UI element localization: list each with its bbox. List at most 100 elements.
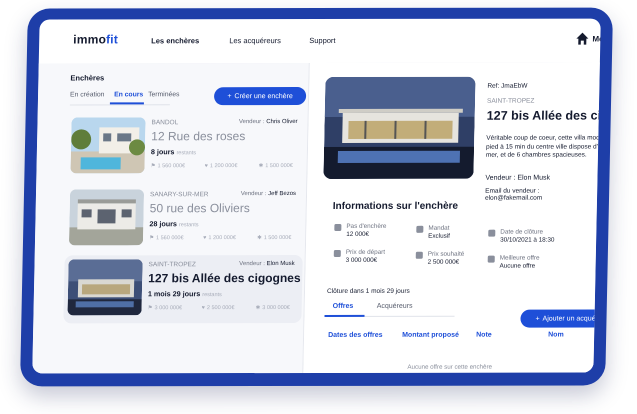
listing-card-bandol[interactable]: BANDOL Vendeur : Chris Oliver 12 Rue des…: [66, 113, 305, 181]
listing-city: SANARY-SUR-MER: [149, 191, 209, 199]
auction-detail-panel: Ref: JmaEbW SAINT-TROPEZ 127 bis Allée d…: [303, 62, 601, 373]
listing-title: 12 Rue des roses: [151, 129, 246, 144]
info-mandat: Mandat Exclusif: [416, 224, 450, 241]
vendor-name: Elon Musk: [266, 261, 295, 268]
heart-icon: ♥: [203, 235, 207, 242]
tab-acquereurs[interactable]: Acquéreurs: [377, 303, 413, 310]
listing-vendor: Vendeur : Chris Oliver: [239, 119, 298, 125]
col-note[interactable]: Note: [476, 332, 492, 339]
listing-card-saint-tropez[interactable]: SAINT-TROPEZ Vendeur : Elon Musk 127 bis…: [63, 255, 303, 324]
info-depart-label: Prix de départ: [345, 248, 386, 256]
logo-suffix: fit: [105, 32, 119, 47]
nav-support[interactable]: Support: [309, 36, 335, 45]
star-icon: ✱: [255, 305, 261, 312]
info-souhaite-label: Prix souhaité: [427, 250, 465, 258]
flag-icon: ⚑: [149, 235, 155, 242]
vendor-label: Vendeur :: [238, 119, 265, 126]
vendor-email: Email du vendeur : elon@fakemail.com: [484, 187, 543, 202]
plus-icon: +: [227, 92, 232, 100]
heart-icon: [415, 251, 423, 259]
price-wish: ♥ 1 200 000€: [203, 235, 236, 241]
listing-photo: [67, 259, 143, 316]
logo[interactable]: immofit: [73, 32, 118, 46]
price-start: ⚑ 3 000 000€: [148, 305, 183, 311]
auctions-panel: Enchères En création En cours Terminées …: [32, 63, 310, 374]
tab-terminees[interactable]: Terminées: [148, 91, 180, 98]
price-start: ⚑ 1 560 000€: [149, 235, 184, 241]
remaining-suffix: restants: [202, 292, 222, 299]
auctions-title: Enchères: [70, 73, 105, 83]
plus-icon: +: [535, 315, 540, 323]
calendar-icon: [488, 229, 496, 237]
listing-remaining: 28 jours restants: [149, 219, 198, 228]
info-best-label: Meilleure offre: [499, 254, 540, 262]
info-depart-value: 3 000 000€: [345, 256, 378, 264]
tab-en-creation[interactable]: En création: [70, 91, 105, 98]
listing-prices: ⚑ 3 000 000€ ♥ 2 500 000€ ✱ 3 000 000€: [147, 305, 295, 315]
create-auction-label: Créer une enchère: [234, 92, 293, 100]
listing-vendor: Vendeur : Elon Musk: [239, 261, 295, 267]
star-icon: ✱: [258, 163, 264, 170]
flag-icon: ⚑: [147, 305, 153, 312]
info-souhaite: Prix souhaité 2 500 000€: [415, 250, 465, 267]
nav-encheres[interactable]: Les enchères: [151, 36, 199, 45]
star-icon: [487, 255, 495, 263]
info-souhaite-value: 2 500 000€: [427, 258, 460, 266]
star-icon: ✱: [257, 235, 262, 242]
listing-city: SAINT-TROPEZ: [148, 261, 196, 269]
price-start-value: 1 560 000€: [155, 235, 184, 242]
price-best: ✱ 1 500 000€: [259, 163, 293, 169]
create-auction-button[interactable]: + Créer une enchère: [213, 87, 307, 106]
flag-icon: ⚑: [150, 163, 156, 170]
price-wish-value: 2 500 000€: [206, 305, 235, 312]
price-best: ✱ 3 000 000€: [256, 305, 290, 311]
col-nom[interactable]: Nom: [548, 332, 564, 339]
col-montant[interactable]: Montant proposé: [402, 332, 459, 339]
listing-remaining: 8 jours restants: [151, 147, 196, 156]
active-tab-indicator: [109, 102, 144, 105]
listing-prices: ⚑ 1 560 000€ ♥ 1 200 000€ ✱ 1 500 000€: [150, 163, 298, 173]
heart-icon: ♥: [201, 305, 205, 312]
tab-offres[interactable]: Offres: [333, 303, 354, 310]
listing-card-sanary[interactable]: SANARY-SUR-MER Vendeur : Jeff Bezos 50 r…: [65, 185, 304, 253]
property-city: SAINT-TROPEZ: [486, 97, 535, 105]
info-best-value: Aucune offre: [499, 262, 536, 270]
price-wish: ♥ 1 200 000€: [205, 163, 238, 169]
user-menu[interactable]: Mon: [592, 35, 601, 44]
auction-info-title: Informations sur l'enchère: [332, 200, 459, 212]
price-start-value: 1 560 000€: [157, 163, 186, 170]
vendor-name: Jeff Bezos: [268, 191, 297, 198]
stage: immofit Les enchères Les acquéreurs Supp…: [0, 0, 637, 414]
remaining-days: 28 jours: [149, 219, 178, 229]
col-dates[interactable]: Dates des offres: [328, 332, 383, 339]
property-vendor: Vendeur : Elon Musk: [485, 174, 551, 182]
add-buyer-label: Ajouter un acqué: [542, 314, 596, 323]
document-icon: [416, 225, 424, 233]
info-best: Meilleure offre Aucune offre: [487, 254, 540, 271]
listing-city: BANDOL: [151, 119, 179, 127]
remaining-suffix: restants: [178, 222, 199, 229]
listing-vendor: Vendeur : Jeff Bezos: [241, 191, 296, 197]
price-start-value: 3 000 000€: [154, 305, 183, 312]
tablet-frame: immofit Les enchères Les acquéreurs Supp…: [19, 7, 614, 387]
add-buyer-button[interactable]: + Ajouter un acqué: [520, 309, 601, 328]
vendor-label: Vendeur :: [240, 191, 267, 198]
price-best-value: 1 500 000€: [265, 163, 293, 170]
info-pas: Pas d'enchère 12 000€: [334, 223, 387, 239]
tab-en-cours[interactable]: En cours: [114, 91, 143, 98]
listing-photo: [70, 117, 146, 174]
heart-icon: ♥: [204, 163, 208, 170]
listing-prices: ⚑ 1 560 000€ ♥ 1 200 000€ ✱ 1 500 000€: [149, 235, 297, 245]
property-photo: [323, 76, 476, 179]
detail-active-tab-indicator: [324, 314, 365, 317]
listing-title: 50 rue des Oliviers: [149, 201, 250, 216]
nav-acquereurs[interactable]: Les acquéreurs: [229, 36, 281, 45]
info-cloture-label: Date de clôture: [500, 228, 544, 236]
home-icon[interactable]: [575, 32, 589, 46]
price-wish-value: 1 200 000€: [209, 163, 238, 170]
info-mandat-label: Mandat: [428, 224, 450, 232]
listing-photo: [68, 189, 145, 246]
price-best-value: 1 500 000€: [263, 235, 292, 242]
app-screen: immofit Les enchères Les acquéreurs Supp…: [32, 18, 601, 374]
flag-icon: [333, 249, 341, 257]
